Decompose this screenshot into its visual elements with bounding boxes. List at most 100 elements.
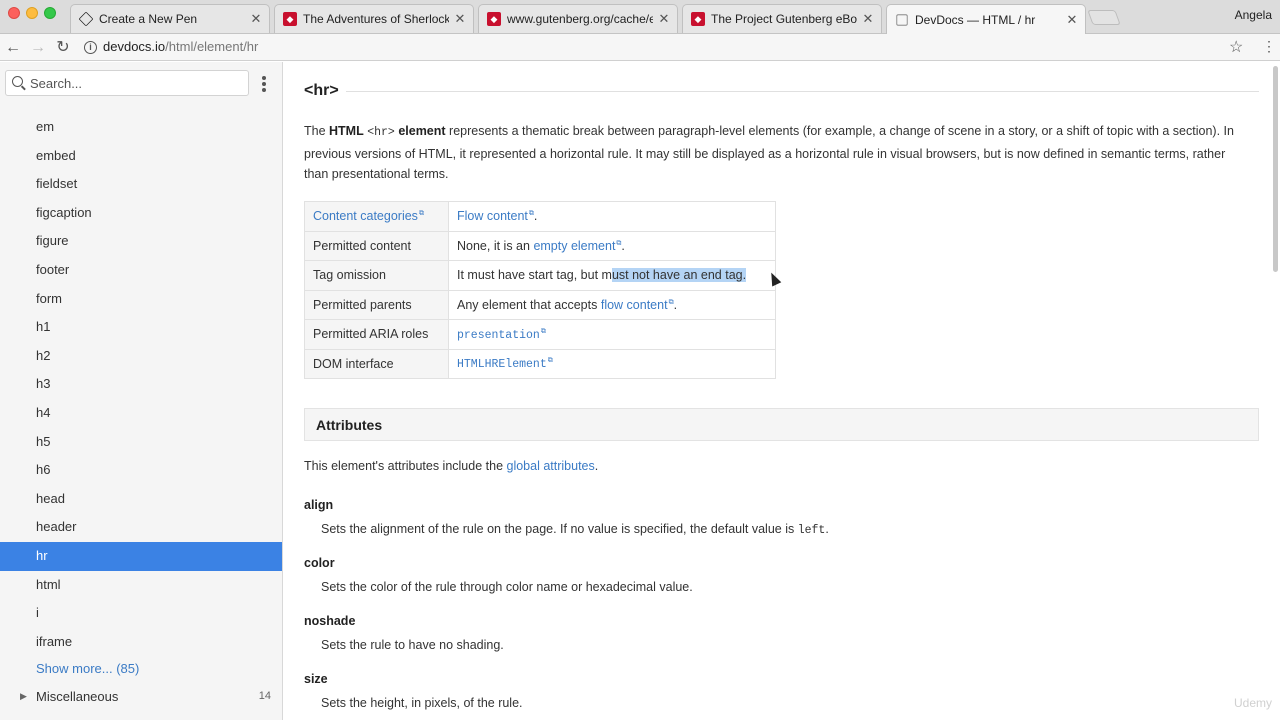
new-tab-button[interactable]: [1087, 10, 1121, 25]
table-key: DOM interface: [304, 349, 449, 379]
sidebar-item[interactable]: em: [0, 113, 282, 142]
attribute-description: Sets the rule to have no shading.: [321, 638, 504, 652]
htmlhrelement-link[interactable]: HTMLHRElement: [457, 358, 547, 371]
external-link-icon: ⧉: [547, 357, 553, 365]
empty-element-link[interactable]: empty element: [533, 239, 615, 253]
table-row: DOM interface HTMLHRElement⧉: [304, 349, 776, 379]
sidebar-item[interactable]: embed: [0, 142, 282, 171]
section-title: Attributes: [316, 417, 383, 433]
browser-tab-1[interactable]: Create a New Pen ✕: [70, 4, 270, 33]
sidebar-item[interactable]: h3: [0, 370, 282, 399]
sidebar-list: em embed fieldset figcaption figure footer for…: [0, 113, 282, 656]
table-key: Tag omission: [304, 260, 449, 291]
table-row: Tag omission It must have start tag, but…: [304, 260, 776, 291]
browser-tab-bar: Create a New Pen ✕ ◆ The Adventures of S…: [0, 0, 1280, 34]
attribute-name: size: [304, 672, 328, 686]
sidebar-item[interactable]: figure: [0, 227, 282, 256]
search-input[interactable]: [30, 71, 240, 95]
intro-text: The: [304, 124, 330, 138]
sidebar-item-label: Miscellaneous: [36, 689, 119, 704]
attribute-name: align: [304, 498, 334, 512]
gutenberg-icon: ◆: [691, 12, 705, 26]
minimize-window-button[interactable]: [26, 7, 38, 19]
attributes-intro: This element's attributes include the gl…: [304, 459, 599, 473]
flow-content-link[interactable]: Flow content: [457, 209, 528, 223]
sidebar-item[interactable]: h2: [0, 342, 282, 371]
table-value: It must have start tag, but must not hav…: [448, 260, 776, 291]
close-icon[interactable]: ✕: [249, 11, 263, 27]
sidebar-item[interactable]: head: [0, 485, 282, 514]
devdocs-icon: [896, 13, 908, 26]
sidebar-item[interactable]: fieldset: [0, 170, 282, 199]
sidebar-item[interactable]: h5: [0, 428, 282, 457]
sidebar-menu-icon[interactable]: [262, 76, 268, 94]
sidebar-item[interactable]: footer: [0, 256, 282, 285]
table-row: Content categories⧉ Flow content⧉.: [304, 201, 776, 232]
maximize-window-button[interactable]: [44, 7, 56, 19]
sidebar-item[interactable]: figcaption: [0, 199, 282, 228]
browser-menu-icon[interactable]: ⋮: [1262, 38, 1276, 55]
reload-icon[interactable]: ↻: [53, 38, 73, 58]
intro-html-word: HTML: [329, 124, 364, 138]
attribute-name: noshade: [304, 614, 356, 628]
close-icon[interactable]: ✕: [453, 11, 467, 27]
tab-title: www.gutenberg.org/cache/epu: [507, 12, 653, 26]
item-count: 14: [258, 690, 271, 702]
close-icon[interactable]: ✕: [1065, 12, 1079, 28]
tab-title: The Adventures of Sherlock Ho: [303, 12, 449, 26]
address-bar[interactable]: devdocs.io/html/element/hr: [103, 39, 258, 54]
table-value: presentation⧉: [448, 319, 776, 350]
table-key: Permitted parents: [304, 290, 449, 320]
sidebar-item[interactable]: header: [0, 513, 282, 542]
global-attributes-link[interactable]: global attributes: [507, 459, 595, 473]
expand-triangle-icon[interactable]: ▶: [20, 691, 27, 702]
close-window-button[interactable]: [8, 7, 20, 19]
table-value: Any element that accepts flow content⧉.: [448, 290, 776, 320]
close-icon[interactable]: ✕: [657, 11, 671, 27]
codepen-icon: [78, 11, 94, 27]
sidebar-item[interactable]: form: [0, 285, 282, 314]
external-link-icon: ⧉: [418, 210, 424, 218]
external-link-icon: ⧉: [540, 327, 546, 335]
table-key-link[interactable]: Content categories⧉: [304, 201, 449, 232]
table-row: Permitted ARIA roles presentation⧉: [304, 319, 776, 350]
properties-table: Content categories⧉ Flow content⧉. Permi…: [304, 201, 776, 379]
browser-tab-3[interactable]: ◆ www.gutenberg.org/cache/epu ✕: [478, 4, 678, 33]
sidebar-item[interactable]: html: [0, 571, 282, 600]
sidebar-item[interactable]: hr: [0, 541, 282, 571]
table-value: None, it is an empty element⧉.: [448, 231, 776, 261]
info-icon[interactable]: i: [84, 41, 97, 54]
attributes-section-header: Attributes: [304, 408, 1259, 441]
main-content: <hr> The HTML <hr> element represents a …: [283, 62, 1280, 720]
presentation-link[interactable]: presentation: [457, 329, 540, 342]
back-arrow-icon[interactable]: ←: [3, 38, 23, 58]
search-box[interactable]: [5, 70, 249, 96]
sidebar: emembedfieldsetfigcaptionfigurefooterfor…: [0, 62, 283, 720]
tab-title: The Project Gutenberg eBook o: [711, 12, 857, 26]
url-path: /html/element/hr: [165, 39, 259, 54]
attribute-description: Sets the alignment of the rule on the pa…: [321, 522, 829, 537]
show-more-link[interactable]: Show more... (85): [36, 661, 139, 676]
table-row: Permitted content None, it is an empty e…: [304, 231, 776, 261]
flow-content-link[interactable]: flow content: [601, 298, 668, 312]
sidebar-item[interactable]: h4: [0, 399, 282, 428]
sidebar-item[interactable]: iframe: [0, 628, 282, 657]
attribute-name: color: [304, 556, 335, 570]
sidebar-item-miscellaneous[interactable]: ▶ Miscellaneous 14: [0, 689, 282, 709]
bookmark-star-icon[interactable]: ☆: [1229, 37, 1243, 57]
browser-tab-5-active[interactable]: DevDocs — HTML / hr ✕: [886, 4, 1086, 34]
sidebar-item[interactable]: i: [0, 599, 282, 628]
gutenberg-icon: ◆: [487, 12, 501, 26]
search-icon: [12, 76, 23, 87]
browser-tab-4[interactable]: ◆ The Project Gutenberg eBook o ✕: [682, 4, 882, 33]
intro-paragraph: The HTML <hr> element represents a thema…: [304, 121, 1244, 185]
selected-text: ust not have an end tag.: [611, 268, 747, 283]
close-icon[interactable]: ✕: [861, 11, 875, 27]
browser-tab-2[interactable]: ◆ The Adventures of Sherlock Ho ✕: [274, 4, 474, 33]
profile-name[interactable]: Angela: [1235, 8, 1272, 22]
main-scrollbar[interactable]: [1273, 66, 1278, 272]
udemy-watermark: Udemy: [1233, 696, 1272, 710]
sidebar-item[interactable]: h1: [0, 313, 282, 342]
sidebar-item[interactable]: h6: [0, 456, 282, 485]
forward-arrow-icon[interactable]: →: [28, 38, 48, 58]
